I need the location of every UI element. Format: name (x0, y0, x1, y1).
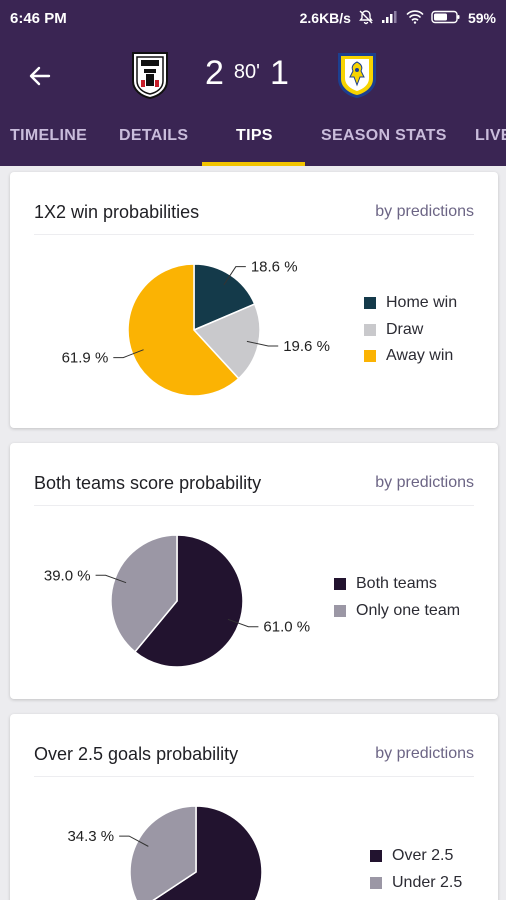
tab-indicator (202, 162, 305, 166)
legend-label: Away win (386, 347, 454, 365)
legend-label: Draw (386, 320, 424, 338)
chart-legend: Both teams Only one team (334, 571, 460, 624)
legend-swatch (334, 604, 346, 617)
legend-item-both-teams: Both teams (334, 571, 460, 598)
over-goals-card: Over 2.5 goals probability by prediction… (10, 714, 498, 900)
data-label: 19.6 % (283, 338, 330, 355)
tab-tips[interactable]: TIPS (236, 122, 273, 166)
legend-swatch (364, 297, 376, 310)
match-minute: 80' (233, 61, 260, 83)
away-team-crest[interactable] (334, 50, 380, 100)
data-label: 18.6 % (251, 259, 298, 276)
chart-legend: Home win Draw Away win (364, 290, 457, 370)
tab-bar: TIMELINE DETAILS TIPS SEASON STATS LIVE (0, 122, 506, 166)
data-label: 34.3 % (67, 828, 114, 845)
match-score: 2 80' 1 (205, 54, 289, 93)
legend-label: Home win (386, 294, 458, 312)
win-probabilities-card: 1X2 win probabilities by predictions 18.… (10, 172, 498, 428)
home-score: 2 (205, 54, 224, 92)
network-speed: 2.6KB/s (299, 10, 351, 26)
chart-legend: Over 2.5 Under 2.5 (370, 843, 462, 896)
legend-label: Only one team (356, 601, 461, 619)
legend-item-draw: Draw (364, 317, 457, 344)
legend-item-only-one-team: Only one team (334, 598, 460, 625)
legend-swatch (370, 876, 382, 889)
tab-details[interactable]: DETAILS (119, 122, 188, 166)
data-label: 61.9 % (62, 350, 109, 367)
legend-swatch (364, 350, 376, 363)
away-score: 1 (270, 54, 289, 92)
legend-item-over: Over 2.5 (370, 843, 462, 870)
tab-live[interactable]: LIVE (475, 122, 506, 166)
both-teams-score-card: Both teams score probability by predicti… (10, 443, 498, 699)
fulham-crest-icon (132, 52, 168, 100)
leeds-crest-icon (338, 53, 376, 98)
legend-item-home-win: Home win (364, 290, 457, 317)
home-team-crest[interactable] (127, 50, 173, 100)
data-label: 39.0 % (44, 567, 91, 584)
status-bar: 6:46 PM 2.6KB/s 59% (0, 0, 506, 36)
legend-swatch (364, 323, 376, 336)
legend-label: Over 2.5 (392, 847, 454, 865)
mute-icon (358, 9, 374, 28)
back-button[interactable] (22, 58, 58, 94)
signal-icon (381, 10, 399, 27)
tab-season-stats[interactable]: SEASON STATS (321, 122, 447, 166)
legend-swatch (334, 578, 346, 591)
tab-timeline[interactable]: TIMELINE (10, 122, 87, 166)
data-label: 61.0 % (263, 619, 310, 636)
legend-item-under: Under 2.5 (370, 870, 462, 897)
legend-item-away-win: Away win (364, 343, 457, 370)
status-right: 2.6KB/s 59% (300, 9, 496, 28)
battery-icon (431, 10, 461, 27)
legend-swatch (370, 850, 382, 863)
status-time: 6:46 PM (10, 9, 67, 27)
legend-label: Both teams (356, 575, 437, 593)
legend-label: Under 2.5 (392, 873, 463, 891)
wifi-icon (406, 9, 424, 27)
match-header: 2 80' 1 TIMELINE DETAILS TIPS SEASON STA… (0, 36, 506, 166)
battery-level: 59% (467, 10, 496, 26)
arrow-left-icon (29, 66, 51, 86)
